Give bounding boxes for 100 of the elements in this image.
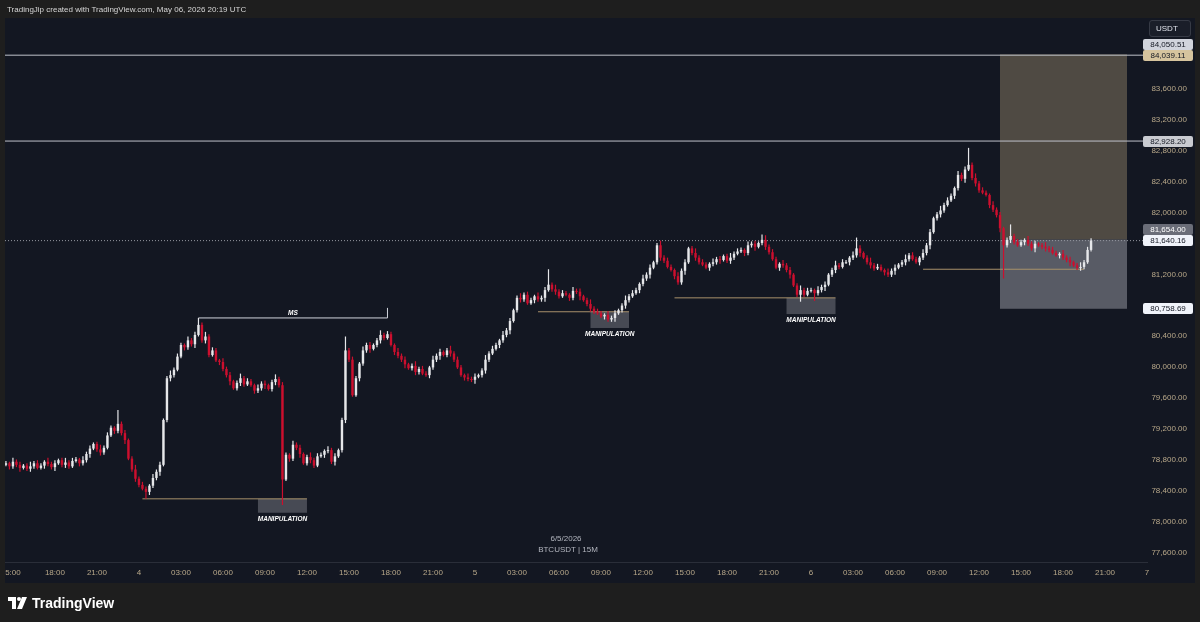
candlestick: [869, 257, 872, 270]
candlestick: [1040, 242, 1044, 250]
price-tag: 81,640.16: [1143, 235, 1193, 247]
candlestick: [333, 452, 337, 467]
time-axis-label: 21:00: [759, 568, 780, 577]
candlestick: [29, 461, 32, 473]
time-axis-label: 12:00: [633, 568, 653, 577]
candlestick: [624, 294, 627, 310]
candlestick: [99, 444, 102, 457]
time-axis-label: 18:00: [380, 568, 401, 577]
candlestick: [421, 365, 424, 376]
price-tag: 80,758.69: [1143, 303, 1193, 315]
price-axis-label: 80,400.00: [1151, 332, 1187, 341]
candlestick: [988, 192, 991, 209]
candlestick: [74, 456, 78, 464]
candlestick: [900, 259, 904, 268]
candlestick: [267, 383, 270, 392]
price-axis-label: 78,400.00: [1151, 487, 1187, 496]
candlestick: [50, 461, 53, 471]
candlestick: [1023, 237, 1026, 246]
candlestick: [844, 259, 848, 265]
time-axis-label: 18:00: [44, 568, 65, 577]
time-axis-label: 21:00: [86, 568, 107, 577]
time-axis-label: 12:00: [969, 568, 990, 577]
snapshot-caption: TradingJip created with TradingView.com, May 06, 2026 20:19 UTC: [7, 4, 247, 14]
candlestick: [589, 298, 592, 313]
candlestick: [561, 289, 564, 299]
candlestick: [36, 459, 39, 471]
candlestick: [813, 287, 816, 302]
time-axis-label: 12:00: [296, 568, 317, 577]
candlestick: [484, 354, 487, 375]
candlestick: [939, 205, 942, 219]
candlestick: [533, 294, 536, 304]
candlestick: [736, 247, 739, 256]
candlestick: [414, 360, 417, 376]
price-axis-label: 83,200.00: [1151, 116, 1187, 125]
currency-button[interactable]: USDT: [1149, 20, 1191, 37]
candlestick: [820, 284, 823, 294]
candlestick: [379, 329, 382, 345]
logo-icon: [8, 596, 27, 609]
candlestick: [743, 247, 746, 257]
candlestick: [921, 248, 925, 261]
candlestick: [5, 460, 8, 467]
candlestick: [718, 255, 722, 265]
candlestick: [848, 255, 851, 266]
time-axis-label: 03:00: [506, 568, 527, 577]
candlestick: [204, 331, 207, 345]
candlestick: [1030, 240, 1033, 252]
candlestick: [613, 309, 617, 323]
time-axis-label: 06:00: [885, 568, 906, 577]
candlestick: [449, 345, 452, 358]
candlestick: [239, 373, 242, 387]
candlestick: [890, 267, 893, 278]
time-axis-label: 15:00: [675, 568, 695, 577]
time-axis-label: 21:00: [422, 568, 443, 577]
candlestick: [1065, 254, 1068, 263]
candlestick: [722, 253, 725, 263]
price-tag: 84,039.11: [1143, 49, 1193, 61]
price-axis-label: 83,600.00: [1151, 85, 1187, 94]
brand-name: TradingView: [32, 595, 115, 610]
candlestick: [1072, 260, 1075, 268]
price-axis-label: 82,400.00: [1151, 177, 1187, 186]
time-axis-label: 5: [472, 568, 478, 577]
price-tag: 84,050.51: [1143, 38, 1193, 50]
candlestick: [778, 261, 781, 272]
candlestick: [715, 256, 718, 266]
candlestick: [288, 452, 291, 463]
candlestick: [886, 267, 890, 278]
time-axis-label: 03:00: [843, 568, 864, 577]
candlestick: [1075, 262, 1079, 271]
candlestick: [568, 292, 571, 302]
candlestick: [211, 346, 214, 358]
time-axis-label: 06:00: [212, 568, 233, 577]
candlestick: [1079, 261, 1082, 272]
time-axis-label: 5:00: [5, 568, 21, 577]
time-axis-label: 06:00: [548, 568, 569, 577]
candlestick: [855, 236, 858, 259]
time-axis-label: 03:00: [170, 568, 191, 577]
candlestick: [309, 451, 312, 464]
price-axis-label: 79,600.00: [1151, 394, 1187, 403]
candlestick: [256, 383, 260, 394]
time-axis-label: 15:00: [1011, 568, 1032, 577]
candlestick: [260, 380, 263, 392]
candlestick: [883, 267, 886, 277]
candlestick: [711, 257, 715, 267]
symbol-watermark-text: BTCUSDT | 15M: [538, 545, 598, 554]
candlestick: [764, 234, 767, 251]
candlestick: [372, 342, 375, 352]
candlestick: [564, 290, 568, 297]
candlestick: [834, 260, 837, 274]
price-axis-label: 81,200.00: [1151, 270, 1187, 279]
candlestick: [1047, 245, 1051, 253]
time-axis-label: 15:00: [338, 568, 359, 577]
price-axis-label: 80,000.00: [1151, 363, 1187, 372]
time-axis-label: 18:00: [717, 568, 738, 577]
symbol-watermark-date: 6/5/2026: [550, 534, 582, 543]
candlestick: [1051, 246, 1054, 256]
candlestick: [858, 244, 862, 258]
candlestick: [851, 250, 855, 261]
time-axis-label: 7: [1144, 568, 1150, 577]
